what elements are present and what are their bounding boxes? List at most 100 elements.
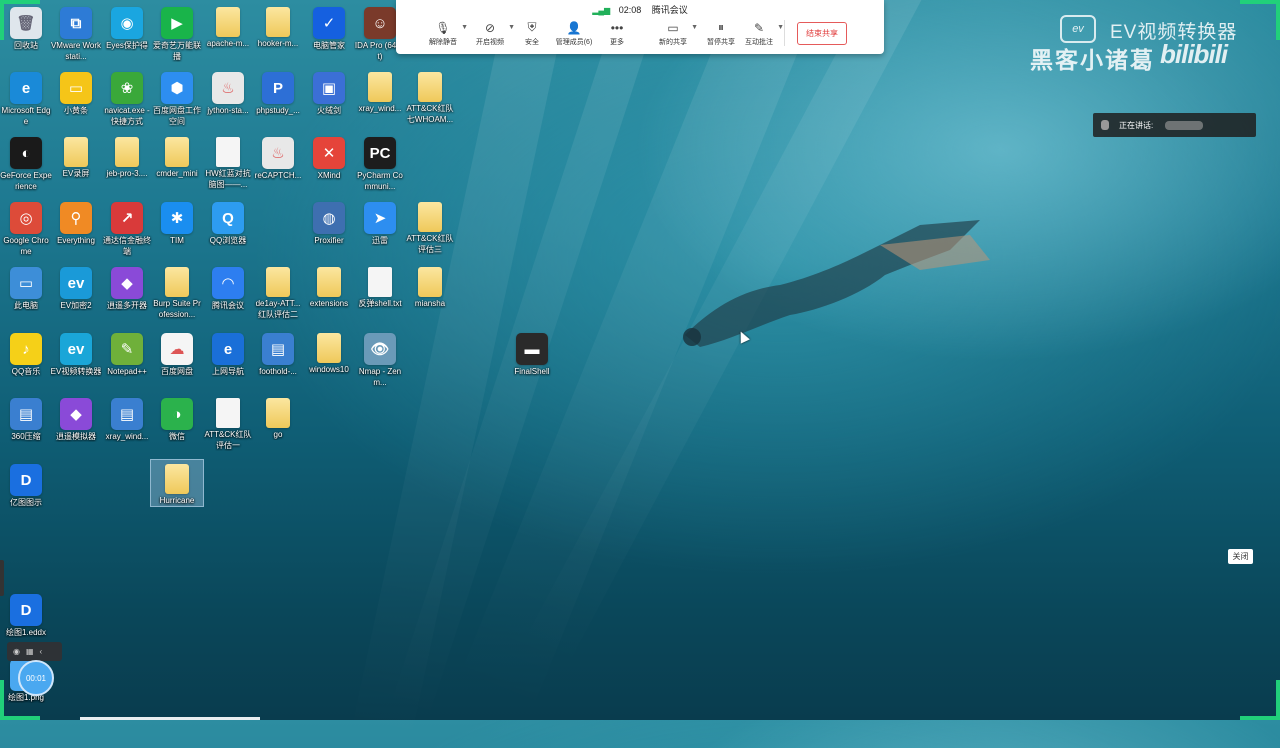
- app-icon: ✱: [161, 202, 193, 234]
- desktop-icon[interactable]: apache-m...: [202, 3, 254, 49]
- desktop-icon[interactable]: jeb-pro-3....: [101, 133, 153, 179]
- toolbar-button[interactable]: ⊘ 开启视频 ▼: [467, 20, 515, 47]
- toolbar-button[interactable]: 👤 管理成员(6): [551, 20, 597, 47]
- desktop-icon[interactable]: ◎ Google Chrome: [0, 198, 52, 257]
- desktop-icon-label: Proxifier: [314, 236, 344, 245]
- desktop-icon[interactable]: windows10: [303, 329, 355, 375]
- close-button[interactable]: 关闭: [1228, 549, 1253, 564]
- side-handle[interactable]: [0, 560, 4, 596]
- desktop-icon[interactable]: ♨ reCAPTCH...: [252, 133, 304, 181]
- desktop-icon[interactable]: ◆ 逍遥多开器: [101, 263, 153, 311]
- app-icon: ▭: [60, 72, 92, 104]
- desktop-icon[interactable]: ATT&CK红队评估三: [404, 198, 456, 255]
- desktop-icon[interactable]: hooker-m...: [252, 3, 304, 49]
- desktop-icon[interactable]: ◉ Eyes保护得: [101, 3, 153, 51]
- desktop-icon[interactable]: ❀ navicat.exe - 快捷方式: [101, 68, 153, 127]
- capture-border: [1276, 0, 1280, 40]
- desktop-icon[interactable]: ▭ 此电脑: [0, 263, 52, 311]
- desktop-icon[interactable]: 👁 Nmap - Zenm...: [354, 329, 406, 388]
- desktop-icon[interactable]: Pphpstudy_...: [252, 68, 304, 116]
- desktop-icon[interactable]: EV录屏: [50, 133, 102, 179]
- desktop-icon-label: 爱奇艺万能联播: [153, 41, 201, 61]
- desktop-icon[interactable]: ◑ 微信: [151, 394, 203, 442]
- app-icon: ⧉: [60, 7, 92, 39]
- desktop-icon[interactable]: ↗ 通达信金融终端: [101, 198, 153, 257]
- toolbar-button[interactable]: 🎙 解除静音 ▼: [420, 20, 468, 47]
- desktop-icon[interactable]: 反弹shell.txt: [354, 263, 406, 309]
- desktop-icon[interactable]: ATT&CK红队七WHOAM...: [404, 68, 456, 125]
- desktop-icon[interactable]: D 亿图图示: [0, 460, 52, 508]
- desktop-icon[interactable]: ♨ jython-sta...: [202, 68, 254, 116]
- desktop-icon[interactable]: ▤ xray_wind...: [101, 394, 153, 442]
- desktop-icon[interactable]: de1ay-ATT...红队评估二: [252, 263, 304, 320]
- desktop-icon[interactable]: HW红蓝对抗脑图——...: [202, 133, 254, 190]
- desktop-icon[interactable]: miansha: [404, 263, 456, 309]
- desktop-icon[interactable]: extensions: [303, 263, 355, 309]
- desktop-icon[interactable]: ▣ 火绒剑: [303, 68, 355, 116]
- toolbar-divider: [784, 20, 785, 46]
- recorder-timer[interactable]: 00:01: [18, 660, 54, 696]
- capture-border: [1276, 680, 1280, 720]
- app-icon: ▣: [313, 72, 345, 104]
- toolbar-button[interactable]: ⛨ 安全: [509, 20, 555, 47]
- desktop-icon[interactable]: e Microsoft Edge: [0, 68, 52, 127]
- desktop-icon[interactable]: Burp Suite Profession...: [151, 263, 203, 320]
- desktop-icon[interactable]: Q QQ浏览器: [202, 198, 254, 246]
- desktop-icon[interactable]: ➤ 迅雷: [354, 198, 406, 246]
- chevron-down-icon[interactable]: ▼: [691, 24, 698, 31]
- desktop-icon[interactable]: ☁ 百度网盘: [151, 329, 203, 377]
- desktop-icon[interactable]: ♪ QQ音乐: [0, 329, 52, 377]
- desktop-icon[interactable]: 🗑 回收站: [0, 3, 52, 51]
- recorder-panel[interactable]: ◉ ▦ ‹: [7, 642, 62, 661]
- desktop-icon[interactable]: ev EV视频转换器: [50, 329, 102, 377]
- desktop-icon-label: QQ音乐: [11, 367, 41, 376]
- desktop-icon[interactable]: ✱ TIM: [151, 198, 203, 246]
- desktop-icon[interactable]: ⧉ VMware Workstati...: [50, 3, 102, 62]
- desktop-icon[interactable]: ✎ Notepad++: [101, 329, 153, 377]
- desktop-icon[interactable]: ◍ Proxifier: [303, 198, 355, 246]
- app-icon: ☺: [364, 7, 396, 39]
- desktop-icon[interactable]: go: [252, 394, 304, 440]
- desktop-icon[interactable]: cmder_mini: [151, 133, 203, 179]
- camera-icon[interactable]: ◉: [13, 647, 20, 656]
- desktop-icon[interactable]: ev EV加密2: [50, 263, 102, 311]
- desktop-icon[interactable]: ⚲ Everything: [50, 198, 102, 246]
- desktop-icon[interactable]: D 绘图1.eddx: [0, 590, 52, 638]
- desktop-icon[interactable]: xray_wind...: [354, 68, 406, 114]
- screen-icon[interactable]: ▦: [26, 647, 34, 656]
- desktop-icon[interactable]: e 上网导航: [202, 329, 254, 377]
- desktop-icon[interactable]: PC PyCharm Communi...: [354, 133, 406, 192]
- capture-border: [0, 716, 40, 720]
- end-share-button[interactable]: 结束共享: [797, 22, 847, 45]
- app-icon: ◉: [111, 7, 143, 39]
- desktop-icon[interactable]: ▤ 360压缩: [0, 394, 52, 442]
- desktop-icon-label: PyCharm Communi...: [357, 171, 403, 191]
- desktop-icon[interactable]: ▶ 爱奇艺万能联播: [151, 3, 203, 62]
- desktop-icon-label: 火绒剑: [317, 106, 341, 115]
- desktop-icon[interactable]: ✕ XMind: [303, 133, 355, 181]
- desktop-icon[interactable]: ◆ 逍遥模拟器: [50, 394, 102, 442]
- desktop-icon[interactable]: ▬ FinalShell: [506, 329, 558, 377]
- desktop-icon[interactable]: Hurricane: [150, 459, 204, 507]
- desktop-icon[interactable]: ATT&CK红队评估一: [202, 394, 254, 451]
- toolbar-button[interactable]: ••• 更多: [594, 20, 640, 47]
- desktop-icon-label: TIM: [170, 236, 184, 245]
- desktop-icon[interactable]: ✓ 电脑管家: [303, 3, 355, 51]
- toolbar-button[interactable]: ▭ 新的共享 ▼: [650, 20, 698, 47]
- app-icon: ◐: [10, 137, 42, 169]
- desktop-icon[interactable]: ▭ 小黄条: [50, 68, 102, 116]
- desktop-icon[interactable]: ⬢ 百度网盘工作空间: [151, 68, 203, 127]
- capture-border: [1240, 716, 1280, 720]
- desktop-icon[interactable]: ▤ foothold-...: [252, 329, 304, 377]
- desktop-icon[interactable]: ◠ 腾讯会议: [202, 263, 254, 311]
- desktop-icon[interactable]: ◐ GeForce Experience: [0, 133, 52, 192]
- desktop-icon-label: 绘图1.eddx: [5, 628, 47, 637]
- desktop-icon-label: 逍遥模拟器: [56, 432, 96, 441]
- desktop-icon-label: 腾讯会议: [212, 301, 244, 310]
- collapse-icon[interactable]: ‹: [40, 647, 43, 656]
- desktop-icon-label: Nmap - Zenm...: [358, 367, 402, 387]
- chevron-down-icon[interactable]: ▼: [777, 24, 784, 31]
- speaking-label: 正在讲话:: [1119, 120, 1154, 130]
- toolbar-button[interactable]: ✎ 互动批注 ▼: [736, 20, 784, 47]
- signal-icon: ▂▄▆: [592, 6, 611, 15]
